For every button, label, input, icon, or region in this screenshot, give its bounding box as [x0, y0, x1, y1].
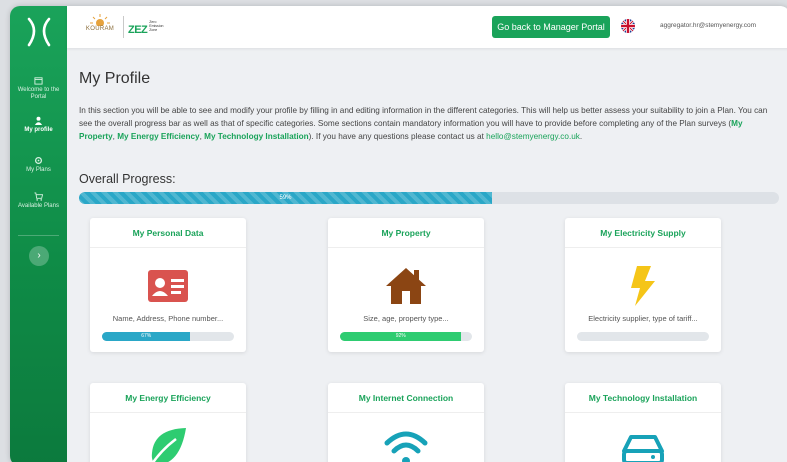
card-my-energy-efficiency[interactable]: My Energy Efficiency	[90, 383, 246, 462]
brand-left-text: KOURAM	[85, 26, 115, 32]
sidebar: Welcome to the Portal My profile My Plan…	[10, 6, 67, 462]
leaf-icon	[151, 428, 186, 462]
sidebar-divider	[18, 235, 59, 236]
card-title: My Electricity Supply	[565, 218, 721, 248]
brand-right-text: ZEZ	[128, 24, 148, 36]
my-technology-installation-link[interactable]: My Technology Installation	[204, 132, 308, 141]
card-progress-bar	[577, 332, 709, 341]
sidebar-item-label: Welcome to the Portal	[17, 87, 60, 100]
card-description: Electricity supplier, type of tariff...	[588, 314, 698, 323]
cart-icon	[34, 192, 43, 201]
brand-right-subtext: Zero Emission Zone	[149, 20, 164, 32]
card-title: My Energy Efficiency	[90, 383, 246, 413]
sidebar-item-my-plans[interactable]: My Plans	[10, 156, 67, 174]
calendar-icon	[34, 77, 43, 85]
sidebar-item-welcome[interactable]: Welcome to the Portal	[10, 76, 67, 101]
card-my-internet-connection[interactable]: My Internet Connection	[328, 383, 484, 462]
id-card-icon	[148, 270, 188, 302]
intro-text-part-2: ). If you have any questions please cont…	[308, 132, 484, 141]
card-my-personal-data[interactable]: My Personal Data Name, Address, Phone nu…	[90, 218, 246, 352]
app-window: Welcome to the Portal My profile My Plan…	[10, 6, 787, 462]
sidebar-item-available-plans[interactable]: Available Plans	[10, 192, 67, 210]
sidebar-toggle-button[interactable]: ›	[29, 246, 49, 266]
app-logo[interactable]	[23, 16, 55, 48]
kouram-logo[interactable]: KOURAM	[81, 14, 119, 40]
card-title: My Technology Installation	[565, 383, 721, 413]
card-my-technology-installation[interactable]: My Technology Installation	[565, 383, 721, 462]
intro-text-part-1: In this section you will be able to see …	[79, 106, 768, 128]
user-email[interactable]: aggregator.hr@stemyenergy.com	[660, 22, 756, 29]
sidebar-item-label: My profile	[24, 127, 53, 133]
card-description: Size, age, property type...	[363, 314, 449, 323]
uk-flag-icon[interactable]	[621, 19, 635, 33]
intro-text: In this section you will be able to see …	[79, 106, 768, 141]
card-description: Name, Address, Phone number...	[112, 314, 224, 323]
card-title: My Personal Data	[90, 218, 246, 248]
zez-logo[interactable]: ZEZZero Emission Zone	[128, 20, 171, 36]
card-progress-bar: 92%	[340, 332, 472, 341]
my-energy-efficiency-link[interactable]: My Energy Efficiency	[117, 132, 199, 141]
top-bar: KOURAM ZEZZero Emission Zone Go back to …	[67, 6, 787, 48]
card-progress-fill: 67%	[102, 332, 191, 341]
card-my-property[interactable]: My Property Size, age, property type... …	[328, 218, 484, 352]
main-content: My Profile In this section you will be a…	[67, 48, 787, 462]
overall-progress-bar: 59%	[79, 192, 779, 204]
server-icon	[622, 435, 664, 462]
brand-separator	[123, 16, 124, 38]
overall-progress-title: Overall Progress:	[79, 172, 176, 186]
card-progress-bar: 67%	[102, 332, 234, 341]
sidebar-item-label: Available Plans	[18, 203, 59, 209]
sidebar-item-my-profile[interactable]: My profile	[10, 116, 67, 134]
sun-logo-icon	[90, 14, 110, 26]
card-progress-fill: 92%	[340, 332, 462, 341]
sidebar-item-label: My Plans	[26, 167, 51, 173]
page-title: My Profile	[79, 70, 151, 87]
lightning-icon	[631, 266, 655, 306]
manager-portal-button[interactable]: Go back to Manager Portal	[492, 16, 610, 38]
user-icon	[34, 116, 43, 125]
overall-progress-fill: 59%	[79, 192, 492, 204]
contact-email-link[interactable]: hello@stemyenergy.co.uk	[486, 132, 580, 141]
house-icon	[386, 268, 426, 304]
wifi-icon	[384, 431, 428, 462]
card-my-electricity-supply[interactable]: My Electricity Supply Electricity suppli…	[565, 218, 721, 352]
settings-icon	[34, 156, 43, 165]
card-title: My Property	[328, 218, 484, 248]
card-title: My Internet Connection	[328, 383, 484, 413]
